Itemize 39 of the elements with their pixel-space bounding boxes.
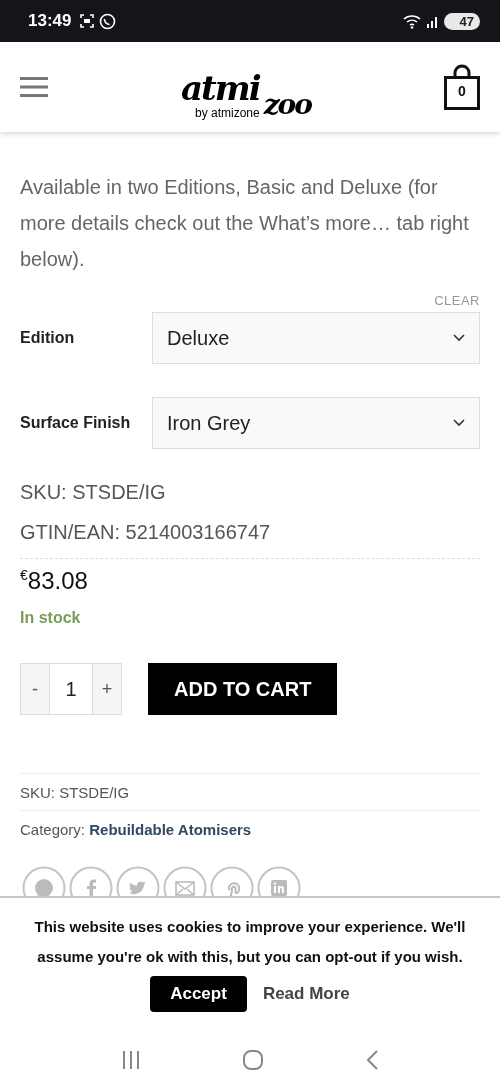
chevron-down-icon (453, 334, 465, 342)
chevron-down-icon (453, 419, 465, 427)
email-icon[interactable] (163, 866, 207, 896)
home-icon[interactable] (242, 1048, 264, 1071)
category-link[interactable]: Rebuildable Atomisers (89, 821, 252, 838)
product-price: $^{€}$83.08 (20, 567, 89, 595)
stock-status: In stock (20, 609, 82, 627)
screenshot-icon (79, 13, 96, 29)
add-to-cart-button[interactable]: ADD TO CART (148, 663, 338, 715)
product-code: SKU: STSDE/IG (20, 480, 167, 505)
description-text: Available in two Editions, Basic and Deluxe (for more details check out the What’s more… tab right below). (20, 175, 470, 272)
cookie-message: This website uses cookies to improve your experience. We'll assume you're ok with this, but you can opt-out if you wish. (33, 917, 467, 967)
wifi-icon (401, 13, 422, 29)
facebook-icon[interactable] (69, 866, 113, 896)
twitter-icon[interactable] (116, 866, 160, 896)
cart-button[interactable]: 0 (444, 64, 480, 110)
recent-apps-icon[interactable] (120, 1049, 141, 1070)
logo-wordmark: zoo (263, 90, 311, 120)
option-dropdown[interactable]: Iron Grey (152, 397, 480, 449)
logo-wordmark: atmi (181, 70, 260, 106)
option-dropdown[interactable]: Deluxe (152, 312, 480, 364)
signal-icon (425, 14, 440, 28)
product-sku: SKU: STSDE/IG (20, 774, 480, 811)
product-code: GTIN/EAN: 5214003166747 (20, 520, 272, 545)
decrease-button[interactable]: - (20, 663, 50, 715)
logo-tagline: by atmizone (195, 106, 260, 120)
increase-button[interactable]: + (92, 663, 122, 715)
pinterest-icon[interactable] (210, 866, 254, 896)
read-more-link[interactable]: Read More (262, 984, 350, 1004)
back-icon[interactable] (365, 1048, 380, 1071)
chat-icon (99, 12, 117, 30)
status-time: 13:49 (28, 11, 72, 31)
battery-level: 47 (443, 12, 480, 30)
menu-icon[interactable] (20, 76, 48, 98)
category-label: Category: (20, 821, 87, 838)
bag-icon (444, 64, 480, 110)
option-label: Edition (20, 329, 76, 347)
option-label: Surface Finish (20, 414, 132, 432)
accept-button[interactable]: Accept (150, 976, 247, 1012)
